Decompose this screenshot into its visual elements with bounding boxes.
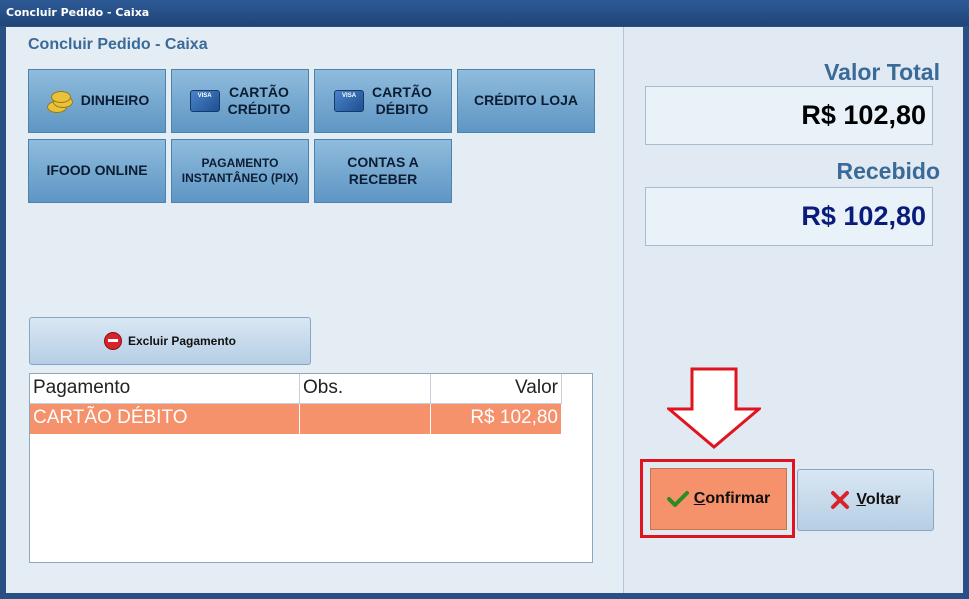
pix-line2: INSTANTÂNEO (PIX) — [181, 171, 299, 185]
payments-table[interactable]: Pagamento Obs. Valor CARTÃO DÉBITO R$ 10… — [29, 373, 593, 563]
voltar-label: Voltar — [856, 491, 900, 509]
dinheiro-label: DINHEIRO — [80, 92, 150, 109]
confirmar-label: Confirmar — [694, 490, 770, 508]
col-header-pagamento[interactable]: Pagamento — [30, 374, 300, 404]
cartao-credito-label: CARTÃO CRÉDITO — [228, 84, 291, 119]
contas-line1: CONTAS A — [347, 153, 419, 170]
table-row[interactable]: CARTÃO DÉBITO R$ 102,80 — [30, 404, 562, 434]
cartao-credito-button[interactable]: VISA CARTÃO CRÉDITO — [171, 69, 309, 133]
cell-valor: R$ 102,80 — [431, 404, 562, 434]
coins-icon — [45, 89, 73, 113]
pix-line1: PAGAMENTO — [201, 156, 279, 170]
confirmar-mnemonic: C — [693, 490, 706, 507]
page-title: Concluir Pedido - Caixa — [28, 36, 208, 53]
x-icon — [831, 491, 850, 509]
left-panel: Concluir Pedido - Caixa DINHEIRO VISA CA… — [6, 27, 624, 593]
recebido-field[interactable]: R$ 102,80 — [645, 187, 933, 246]
confirmar-text: onfirmar — [705, 490, 771, 507]
contas-a-receber-label: CONTAS A RECEBER — [347, 154, 419, 189]
confirmar-button[interactable]: Confirmar — [650, 468, 787, 530]
stop-icon — [103, 332, 122, 350]
credit-card-icon: VISA — [334, 90, 365, 112]
excluir-pagamento-button[interactable]: Excluir Pagamento — [29, 317, 311, 365]
col-header-obs[interactable]: Obs. — [300, 374, 431, 404]
recebido-label: Recebido — [836, 158, 940, 184]
cartao-debito-line1: CARTÃO — [372, 83, 432, 100]
dialog-window: Concluir Pedido - Caixa Concluir Pedido … — [0, 0, 969, 599]
valor-total-label: Valor Total — [824, 59, 940, 85]
dialog-client: Concluir Pedido - Caixa DINHEIRO VISA CA… — [6, 27, 963, 593]
valor-total-field: R$ 102,80 — [645, 86, 933, 145]
dinheiro-button[interactable]: DINHEIRO — [28, 69, 166, 133]
col-header-valor[interactable]: Valor — [431, 374, 562, 404]
ifood-online-label: IFOOD ONLINE — [46, 162, 148, 179]
pix-button[interactable]: PAGAMENTO INSTANTÂNEO (PIX) — [171, 139, 309, 203]
cell-obs — [300, 404, 431, 434]
cartao-debito-line2: DÉBITO — [375, 101, 429, 117]
contas-line2: RECEBER — [348, 171, 418, 187]
voltar-mnemonic: V — [856, 491, 866, 508]
credit-card-icon: VISA — [189, 90, 220, 112]
cartao-debito-button[interactable]: VISA CARTÃO DÉBITO — [314, 69, 452, 133]
right-panel: Valor Total R$ 102,80 Recebido R$ 102,80… — [624, 27, 963, 593]
contas-a-receber-button[interactable]: CONTAS A RECEBER — [314, 139, 452, 203]
cartao-credito-line1: CARTÃO — [229, 83, 289, 100]
voltar-text: oltar — [865, 491, 901, 508]
credito-loja-button[interactable]: CRÉDITO LOJA — [457, 69, 595, 133]
cartao-debito-label: CARTÃO DÉBITO — [372, 84, 432, 119]
check-icon — [666, 491, 689, 507]
ifood-online-button[interactable]: IFOOD ONLINE — [28, 139, 166, 203]
down-arrow-icon — [667, 367, 761, 449]
cartao-credito-line2: CRÉDITO — [227, 101, 291, 117]
voltar-button[interactable]: Voltar — [797, 469, 934, 531]
window-title: Concluir Pedido - Caixa — [6, 6, 150, 19]
credito-loja-label: CRÉDITO LOJA — [474, 92, 578, 109]
table-header: Pagamento Obs. Valor — [30, 374, 562, 404]
cell-pagamento: CARTÃO DÉBITO — [30, 404, 300, 434]
excluir-pagamento-label: Excluir Pagamento — [127, 334, 237, 348]
title-bar: Concluir Pedido - Caixa — [0, 0, 969, 26]
pix-label: PAGAMENTO INSTANTÂNEO (PIX) — [182, 156, 298, 186]
